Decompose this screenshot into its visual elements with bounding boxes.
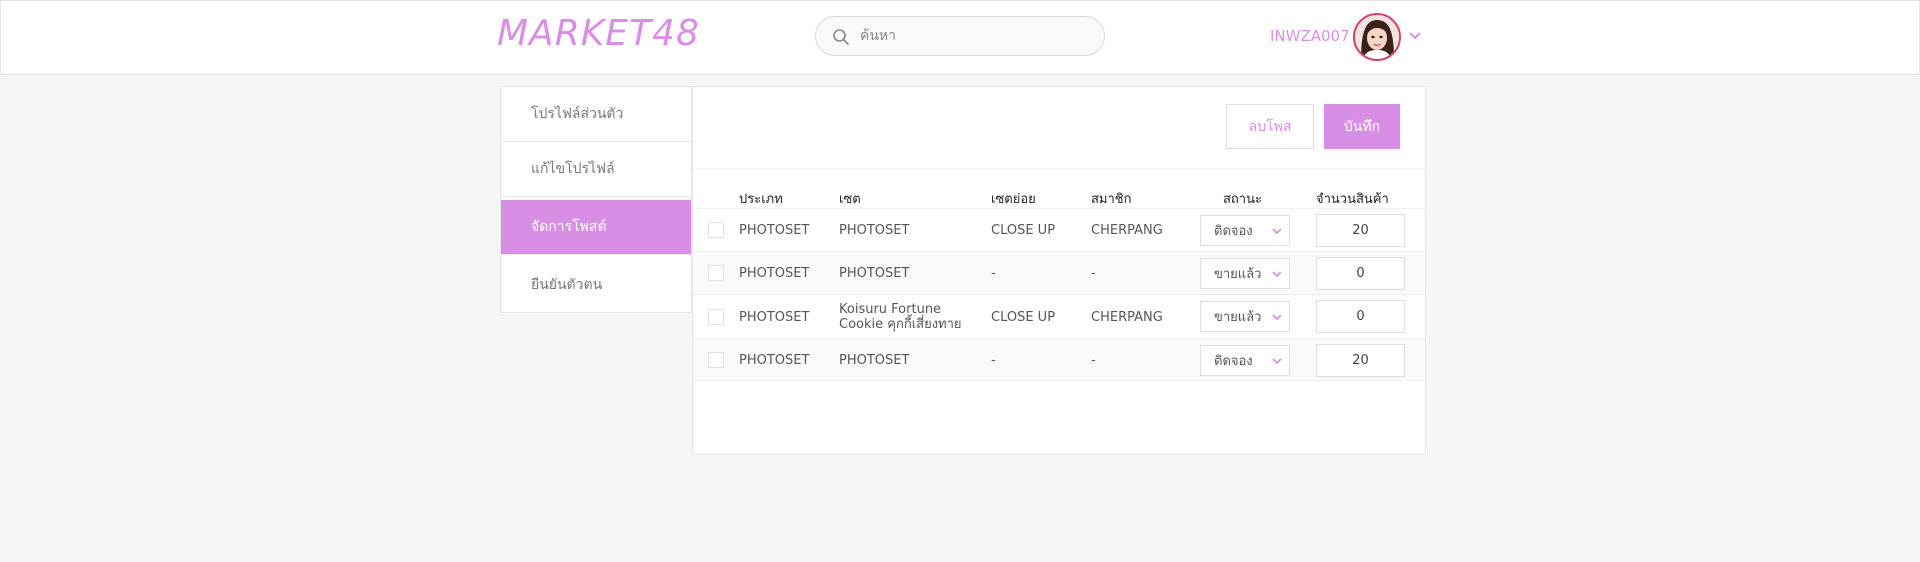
status-value: ติดจอง <box>1214 354 1253 369</box>
sidebar-item-label: จัดการโพสต์ <box>531 219 607 235</box>
row-checkbox[interactable] <box>708 222 724 238</box>
sidebar-item-profile[interactable]: โปรไฟล์ส่วนตัว <box>501 87 691 142</box>
sidebar-item-label: ยืนยันตัวตน <box>531 276 603 293</box>
logo[interactable]: MARKET48 <box>497 13 700 54</box>
cell-member: CHERPANG <box>1091 223 1163 238</box>
status-select[interactable]: ขายแล้ว <box>1200 301 1290 332</box>
row-checkbox[interactable] <box>708 309 724 325</box>
cell-set: Koisuru Fortune Cookie คุกกี้เสี่ยงทาย <box>839 295 962 339</box>
cell-set: PHOTOSET <box>839 353 910 368</box>
top-bar: MARKET48 INWZA007 <box>0 0 1920 75</box>
chevron-down-icon <box>1272 271 1282 278</box>
manage-posts-panel: ลบโพส บันทึก ประเภท เซต เซตย่อย สมาชิก ส… <box>692 86 1426 455</box>
row-checkbox[interactable] <box>708 352 724 368</box>
delete-post-button[interactable]: ลบโพส <box>1226 104 1314 149</box>
row-checkbox[interactable] <box>708 265 724 281</box>
cell-subset: - <box>991 353 996 368</box>
column-header-member: สมาชิก <box>1091 192 1132 207</box>
sidebar-item-manage-posts[interactable]: จัดการโพสต์ <box>501 200 691 255</box>
chevron-down-icon <box>1272 228 1282 235</box>
table-row: PHOTOSET PHOTOSET - - ติดจอง <box>693 338 1425 381</box>
sidebar-item-label: แก้ไขโปรไฟล์ <box>531 161 615 177</box>
cell-member: - <box>1091 353 1096 368</box>
sidebar-item-edit-profile[interactable]: แก้ไขโปรไฟล์ <box>501 142 691 197</box>
cell-set: PHOTOSET <box>839 223 910 238</box>
cell-set-line: Koisuru Fortune <box>839 302 942 317</box>
cell-type: PHOTOSET <box>739 353 810 368</box>
table-row: PHOTOSET PHOTOSET - - ขายแล้ว <box>693 251 1425 294</box>
sidebar: โปรไฟล์ส่วนตัว แก้ไขโปรไฟล์ จัดการโพสต์ … <box>500 86 692 313</box>
status-value: ขายแล้ว <box>1214 310 1262 325</box>
chevron-down-icon <box>1272 358 1282 365</box>
cell-type: PHOTOSET <box>739 223 810 238</box>
search-icon <box>833 29 849 45</box>
cell-member: - <box>1091 266 1096 281</box>
cell-set: PHOTOSET <box>839 266 910 281</box>
status-select[interactable]: ขายแล้ว <box>1200 258 1290 289</box>
table-row: PHOTOSET PHOTOSET CLOSE UP CHERPANG ติดจ… <box>693 208 1425 251</box>
status-value: ติดจอง <box>1214 224 1253 239</box>
quantity-input[interactable] <box>1316 214 1405 247</box>
status-value: ขายแล้ว <box>1214 267 1262 282</box>
cell-subset: - <box>991 266 996 281</box>
cell-member: CHERPANG <box>1091 309 1163 325</box>
column-header-type: ประเภท <box>739 192 783 207</box>
quantity-input[interactable] <box>1316 257 1405 290</box>
cell-subset: CLOSE UP <box>991 223 1056 238</box>
search-input[interactable] <box>860 25 1090 47</box>
avatar[interactable] <box>1353 13 1401 61</box>
chevron-down-icon <box>1272 314 1282 321</box>
username[interactable]: INWZA007 <box>1270 27 1350 45</box>
cell-type: PHOTOSET <box>739 266 810 281</box>
sidebar-item-label: โปรไฟล์ส่วนตัว <box>531 106 624 122</box>
column-header-quantity: จำนวนสินค้า <box>1316 192 1389 207</box>
status-select[interactable]: ติดจอง <box>1200 345 1290 376</box>
table-row: PHOTOSET Koisuru Fortune Cookie คุกกี้เส… <box>693 294 1425 338</box>
quantity-input[interactable] <box>1316 344 1405 377</box>
cell-type: PHOTOSET <box>739 309 810 325</box>
avatar-image <box>1355 15 1399 59</box>
quantity-input[interactable] <box>1316 300 1405 333</box>
cell-subset: CLOSE UP <box>991 309 1056 325</box>
sidebar-item-verify-identity[interactable]: ยืนยันตัวตน <box>501 257 691 312</box>
search-box[interactable] <box>815 16 1105 56</box>
save-button[interactable]: บันทึก <box>1324 104 1400 149</box>
column-header-set: เซต <box>839 192 861 207</box>
status-select[interactable]: ติดจอง <box>1200 215 1290 246</box>
chevron-down-icon[interactable] <box>1408 29 1422 43</box>
column-header-status: สถานะ <box>1223 192 1262 207</box>
cell-set-line: Cookie คุกกี้เสี่ยงทาย <box>839 317 962 332</box>
divider <box>693 168 1425 169</box>
column-header-subset: เซตย่อย <box>991 192 1036 207</box>
